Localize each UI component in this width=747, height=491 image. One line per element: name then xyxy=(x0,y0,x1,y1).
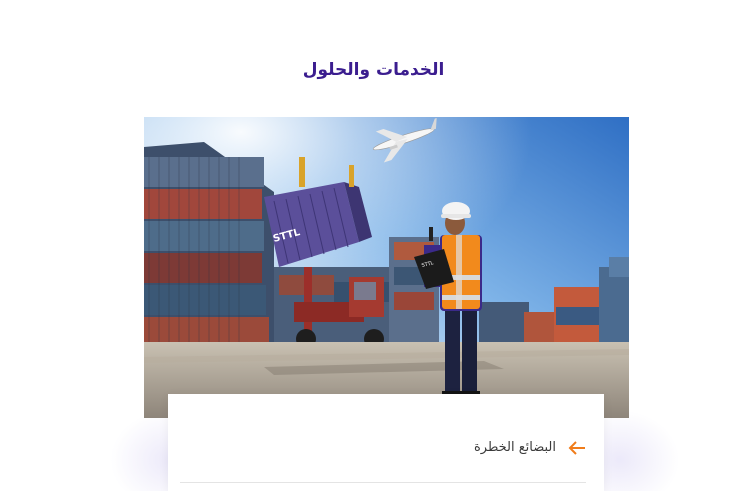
arrow-left-icon xyxy=(568,440,585,455)
hero-image: STTL STTL xyxy=(144,117,629,418)
services-card: البضائع الخطرة xyxy=(168,394,604,491)
section-title: الخدمات والحلول xyxy=(302,60,445,80)
divider xyxy=(180,482,586,483)
service-item-dangerous-goods[interactable]: البضائع الخطرة xyxy=(474,440,586,455)
page: الخدمات والحلول STTL STTL البضائع الخطرة xyxy=(0,0,747,491)
service-item-label: البضائع الخطرة xyxy=(473,440,556,455)
